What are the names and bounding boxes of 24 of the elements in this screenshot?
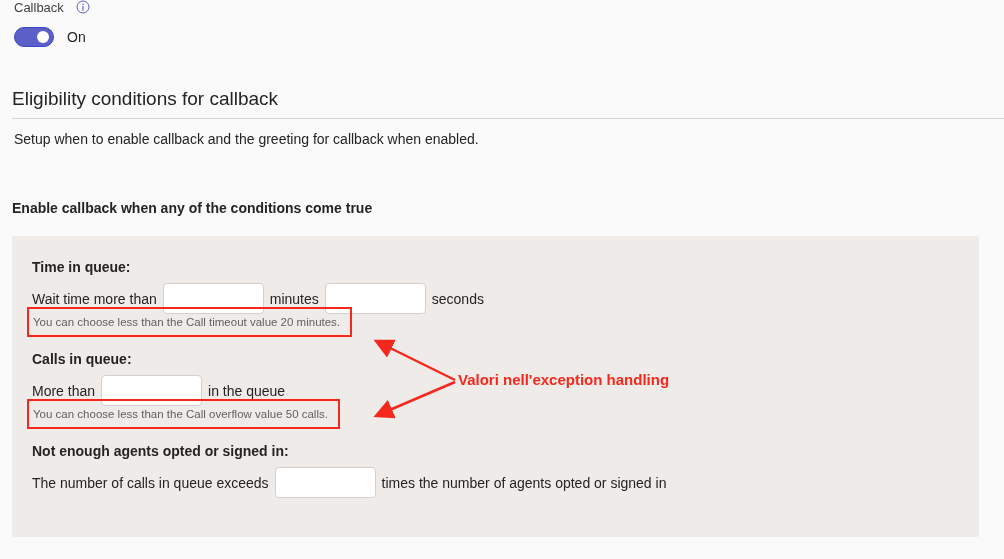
hint-text: You can choose less than the Call timeout value 20 minutes. [27,307,353,337]
annotation-text: Valori nell'exception handling [458,371,670,388]
condition-title: Time in queue: [32,259,132,275]
condition-text: seconds [431,290,484,307]
toggle-label: On [67,29,86,45]
callback-label: Callback [14,0,64,15]
info-icon[interactable] [75,0,90,14]
hint-text: You can choose less than the Call overflow value 50 calls. [27,399,340,429]
condition-text: times the number of agents opted or signed in [381,474,667,491]
section-title: Eligibility conditions for callback [12,88,280,110]
conditions-heading: Enable callback when any of the conditions come true [12,200,374,216]
condition-text: Wait time more than [32,290,157,307]
input-field[interactable] [101,375,203,406]
section-description: Setup when to enable callback and the greeting for callback when enabled. [14,131,480,147]
condition-text: minutes [269,290,319,307]
condition-text: More than [32,382,96,399]
input-field[interactable] [162,283,264,314]
condition-text: The number of calls in queue exceeds [32,474,269,491]
condition-title: Calls in queue: [32,351,133,367]
condition-title: Not enough agents opted or signed in: [32,443,290,459]
condition-text: in the queue [208,382,286,399]
toggle-switch[interactable] [14,27,54,47]
input-field[interactable] [274,467,376,498]
input-field[interactable] [324,283,426,314]
